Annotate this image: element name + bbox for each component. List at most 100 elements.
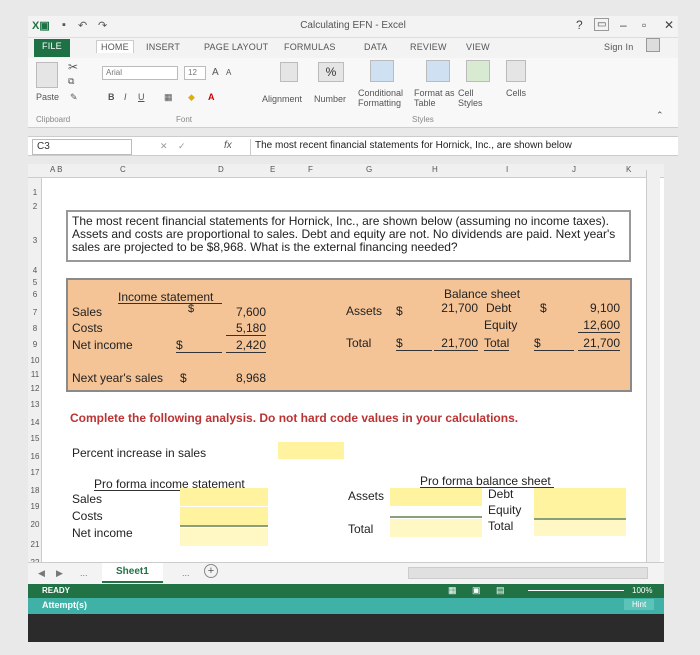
- assets-value[interactable]: 21,700: [434, 301, 478, 315]
- collapse-ribbon-icon[interactable]: ⌃: [656, 110, 664, 121]
- alignment-button[interactable]: Alignment: [262, 94, 302, 104]
- formula-input[interactable]: The most recent financial statements for…: [250, 139, 670, 155]
- enter-icon[interactable]: ✓: [178, 141, 186, 152]
- total-liabilities-value[interactable]: 21,700: [578, 336, 620, 351]
- tab-formulas[interactable]: FORMULAS: [284, 42, 336, 52]
- vertical-scrollbar[interactable]: [646, 170, 660, 562]
- copy-icon[interactable]: ⧉: [68, 76, 74, 87]
- cut-icon[interactable]: ✂: [68, 60, 78, 74]
- column-header[interactable]: G: [366, 165, 372, 174]
- paste-icon[interactable]: [36, 62, 58, 88]
- debt-value[interactable]: 9,100: [578, 301, 620, 315]
- column-header[interactable]: J: [572, 165, 576, 174]
- restore-button[interactable]: ▫: [642, 18, 646, 32]
- italic-button[interactable]: I: [124, 92, 127, 102]
- row-header[interactable]: 13: [28, 400, 42, 409]
- tab-review[interactable]: REVIEW: [410, 42, 447, 52]
- sales-value[interactable]: 7,600: [226, 305, 266, 319]
- row-header[interactable]: 7: [28, 308, 42, 317]
- column-header[interactable]: A B: [50, 165, 62, 174]
- row-header[interactable]: 17: [28, 468, 42, 477]
- tab-sheet1[interactable]: Sheet1: [102, 563, 163, 583]
- user-avatar-icon[interactable]: [646, 38, 660, 52]
- row-header[interactable]: 15: [28, 434, 42, 443]
- column-header[interactable]: D: [218, 165, 224, 174]
- pro-forma-equity-input[interactable]: [534, 504, 626, 518]
- cell-styles-button[interactable]: Cell Styles: [458, 88, 494, 108]
- row-header[interactable]: 9: [28, 340, 42, 349]
- net-income-value[interactable]: 2,420: [226, 338, 266, 353]
- pro-forma-total-liab-input[interactable]: [534, 520, 626, 536]
- minimize-button[interactable]: –: [620, 18, 627, 32]
- row-header[interactable]: 21: [28, 540, 42, 549]
- column-header[interactable]: C: [120, 165, 126, 174]
- percent-button[interactable]: %: [318, 62, 344, 82]
- row-header[interactable]: 14: [28, 418, 42, 427]
- prev-sheet-icon[interactable]: ◀: [38, 568, 45, 579]
- next-sheet-icon[interactable]: ▶: [56, 568, 63, 579]
- row-header[interactable]: 19: [28, 502, 42, 511]
- conditional-formatting-button[interactable]: Conditional Formatting: [358, 88, 420, 108]
- row-header[interactable]: 3: [28, 236, 42, 245]
- help-button[interactable]: ?: [576, 18, 583, 32]
- row-header[interactable]: 18: [28, 486, 42, 495]
- cells-icon[interactable]: [506, 60, 526, 82]
- pro-forma-assets-input[interactable]: [390, 488, 482, 506]
- format-as-table-button[interactable]: Format as Table: [414, 88, 462, 108]
- cells-button[interactable]: Cells: [506, 88, 526, 98]
- zoom-slider[interactable]: [528, 590, 624, 591]
- normal-view-icon[interactable]: ▦: [448, 585, 457, 596]
- horizontal-scrollbar[interactable]: [408, 567, 648, 579]
- tab-home[interactable]: HOME: [96, 40, 134, 53]
- conditional-formatting-icon[interactable]: [370, 60, 394, 82]
- borders-icon[interactable]: ▦: [164, 92, 173, 103]
- fx-icon[interactable]: fx: [224, 140, 232, 151]
- tab-view[interactable]: VIEW: [466, 42, 490, 52]
- cancel-icon[interactable]: ✕: [160, 141, 168, 152]
- row-header[interactable]: 16: [28, 452, 42, 461]
- add-sheet-button[interactable]: +: [204, 564, 218, 578]
- row-header[interactable]: 4: [28, 266, 42, 275]
- pro-forma-net-income-input[interactable]: [180, 528, 268, 546]
- font-color-icon[interactable]: A: [208, 92, 215, 102]
- bold-button[interactable]: B: [108, 92, 115, 102]
- pro-forma-costs-input[interactable]: [180, 507, 268, 525]
- zoom-level[interactable]: 100%: [632, 586, 652, 595]
- costs-value[interactable]: 5,180: [226, 321, 266, 336]
- grow-font-button[interactable]: A: [212, 67, 219, 78]
- tab-insert[interactable]: INSERT: [146, 42, 180, 52]
- hint-button[interactable]: Hint: [624, 599, 655, 610]
- tab-page-layout[interactable]: PAGE LAYOUT: [204, 42, 268, 52]
- ribbon-display-icon[interactable]: ▭: [594, 18, 610, 31]
- row-header[interactable]: 20: [28, 520, 42, 529]
- row-header[interactable]: 8: [28, 324, 42, 333]
- format-as-table-icon[interactable]: [426, 60, 450, 82]
- alignment-icon[interactable]: [280, 62, 298, 82]
- equity-value[interactable]: 12,600: [578, 318, 620, 333]
- page-layout-view-icon[interactable]: ▣: [472, 585, 481, 596]
- fill-color-icon[interactable]: ◆: [188, 92, 195, 103]
- page-break-view-icon[interactable]: ▤: [496, 585, 505, 596]
- number-button[interactable]: Number: [314, 94, 346, 104]
- column-header[interactable]: H: [432, 165, 438, 174]
- row-header[interactable]: 10: [28, 356, 42, 365]
- column-header[interactable]: E: [270, 165, 275, 174]
- row-header[interactable]: 5: [28, 278, 42, 287]
- row-header[interactable]: 12: [28, 384, 42, 393]
- cell-styles-icon[interactable]: [466, 60, 490, 82]
- tab-data[interactable]: DATA: [364, 42, 387, 52]
- pro-forma-debt-input[interactable]: [534, 488, 626, 504]
- percent-increase-input[interactable]: [278, 442, 344, 459]
- column-header[interactable]: K: [626, 165, 631, 174]
- row-header[interactable]: 1: [28, 188, 42, 197]
- tab-file[interactable]: FILE: [34, 39, 70, 57]
- pro-forma-total-assets-input[interactable]: [390, 519, 482, 537]
- row-header[interactable]: 6: [28, 290, 42, 299]
- pro-forma-sales-input[interactable]: [180, 488, 268, 506]
- sign-in-link[interactable]: Sign In: [604, 42, 633, 52]
- row-header[interactable]: 11: [28, 370, 42, 379]
- column-header[interactable]: F: [308, 165, 313, 174]
- font-name-select[interactable]: Arial: [102, 66, 178, 80]
- font-size-select[interactable]: 12: [184, 66, 206, 80]
- next-year-sales-value[interactable]: 8,968: [226, 371, 266, 385]
